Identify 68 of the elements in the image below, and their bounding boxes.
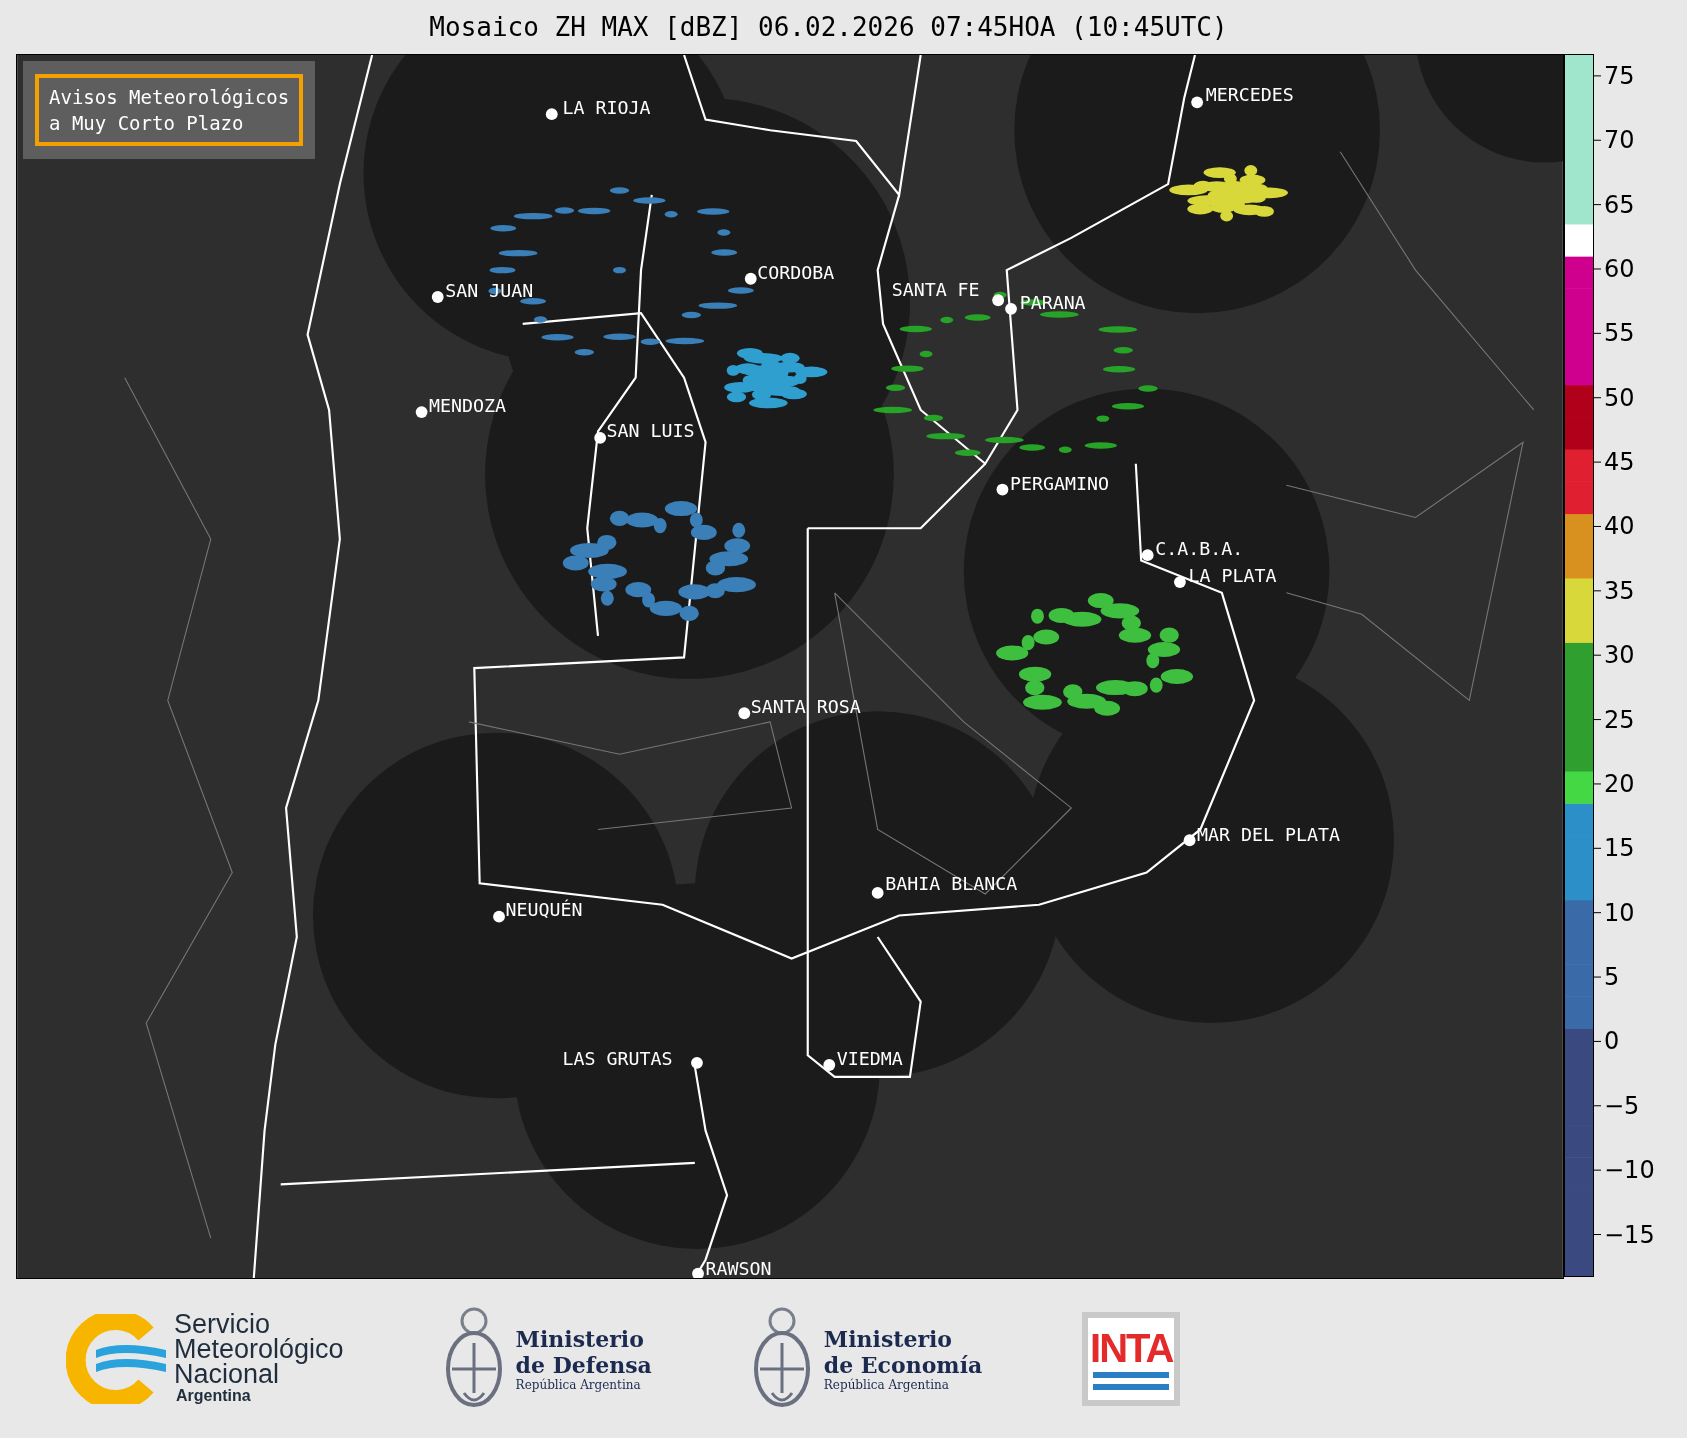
inta-wordmark: INTA (1090, 1325, 1173, 1370)
agency-name: Nacional (174, 1362, 280, 1387)
colorbar-tick-label: 30 (1604, 640, 1635, 671)
city-label: MERCEDES (1205, 84, 1294, 106)
colorbar-tick-label: 65 (1604, 189, 1635, 220)
city-label: RAWSON (705, 1257, 772, 1278)
ministry-name: Ministerio (823, 1325, 954, 1352)
colorbar-tick-label: −5 (1604, 1090, 1640, 1121)
colorbar-tick-label: 35 (1604, 575, 1635, 606)
city-label: SANTA FE (891, 278, 980, 300)
city-dot (1183, 834, 1196, 847)
colorbar-tick-label: 20 (1604, 768, 1635, 799)
colorbar-tick-label: 60 (1604, 254, 1635, 284)
city-label: SANTA ROSA (750, 696, 861, 718)
stripes-icon (1093, 1371, 1170, 1392)
smn-logo-icon (66, 1313, 168, 1404)
city-dot (545, 108, 558, 121)
city-dot (1191, 96, 1204, 109)
notice-text: Avisos Meteorológicos (49, 85, 290, 110)
city-dot (823, 1059, 836, 1071)
colorbar-tick-label: 75 (1604, 60, 1635, 91)
city-dot (738, 707, 751, 720)
city-label: NEUQUÉN (505, 898, 583, 920)
colorbar-tick-label: −15 (1604, 1219, 1655, 1250)
agency-name: Servicio (174, 1312, 271, 1337)
city-dot (431, 291, 444, 303)
city-label: VIEDMA (836, 1048, 903, 1069)
ministry-country: República Argentina (515, 1377, 642, 1392)
city-dot (415, 406, 428, 419)
chart-title: Mosaico ZH MAX [dBZ] 06.02.2026 07:45HOA (10:45UTC) (428, 11, 1229, 44)
city-dot (871, 887, 884, 899)
colorbar-tick-label: 25 (1604, 704, 1635, 735)
colorbar-tick-label: 0 (1604, 1026, 1620, 1057)
city-dot (1141, 549, 1154, 562)
city-label: SAN JUAN (445, 280, 534, 301)
city-dot (493, 910, 505, 923)
colorbar-tick-label: −10 (1604, 1155, 1655, 1186)
notice-text: a Muy Corto Plazo (49, 111, 245, 136)
city-dot (996, 483, 1009, 496)
city-label: LA RIOJA (562, 97, 651, 119)
colorbar-tick-label: 40 (1604, 511, 1635, 542)
agency-name: Meteorológico (174, 1337, 344, 1362)
colorbar-tick-label: 55 (1604, 318, 1635, 349)
city-label: MENDOZA (429, 395, 507, 417)
city-label: BAHIA BLANCA (885, 872, 1018, 894)
city-label: LAS GRUTAS (562, 1048, 673, 1069)
city-label: PERGAMINO (1009, 472, 1109, 494)
ministry-name: de Economía (823, 1351, 983, 1378)
ministry-name: Ministerio (515, 1325, 645, 1352)
city-dot (1174, 576, 1186, 588)
colorbar-tick-label: 10 (1604, 897, 1635, 928)
colorbar-tick-label: 70 (1604, 125, 1635, 156)
city-dot (744, 272, 757, 285)
ministry-name: de Defensa (515, 1351, 652, 1378)
city-label: CORDOBA (757, 261, 835, 283)
city-label: MAR DEL PLATA (1197, 824, 1341, 846)
city-dot (1005, 302, 1017, 315)
colorbar-tick-label: 50 (1604, 382, 1635, 413)
city-label: SAN LUIS (606, 419, 695, 441)
colorbar-tick-label: 5 (1604, 962, 1620, 993)
city-dot (594, 432, 607, 444)
colorbar-tick-label: 15 (1604, 833, 1635, 864)
colorbar-tick-label: 45 (1604, 447, 1635, 478)
city-label: C.A.B.A. (1155, 538, 1244, 560)
city-label: PARANA (1019, 291, 1086, 313)
agency-country: Argentina (176, 1387, 252, 1405)
ministry-country: República Argentina (823, 1377, 950, 1392)
city-dot (992, 294, 1005, 307)
